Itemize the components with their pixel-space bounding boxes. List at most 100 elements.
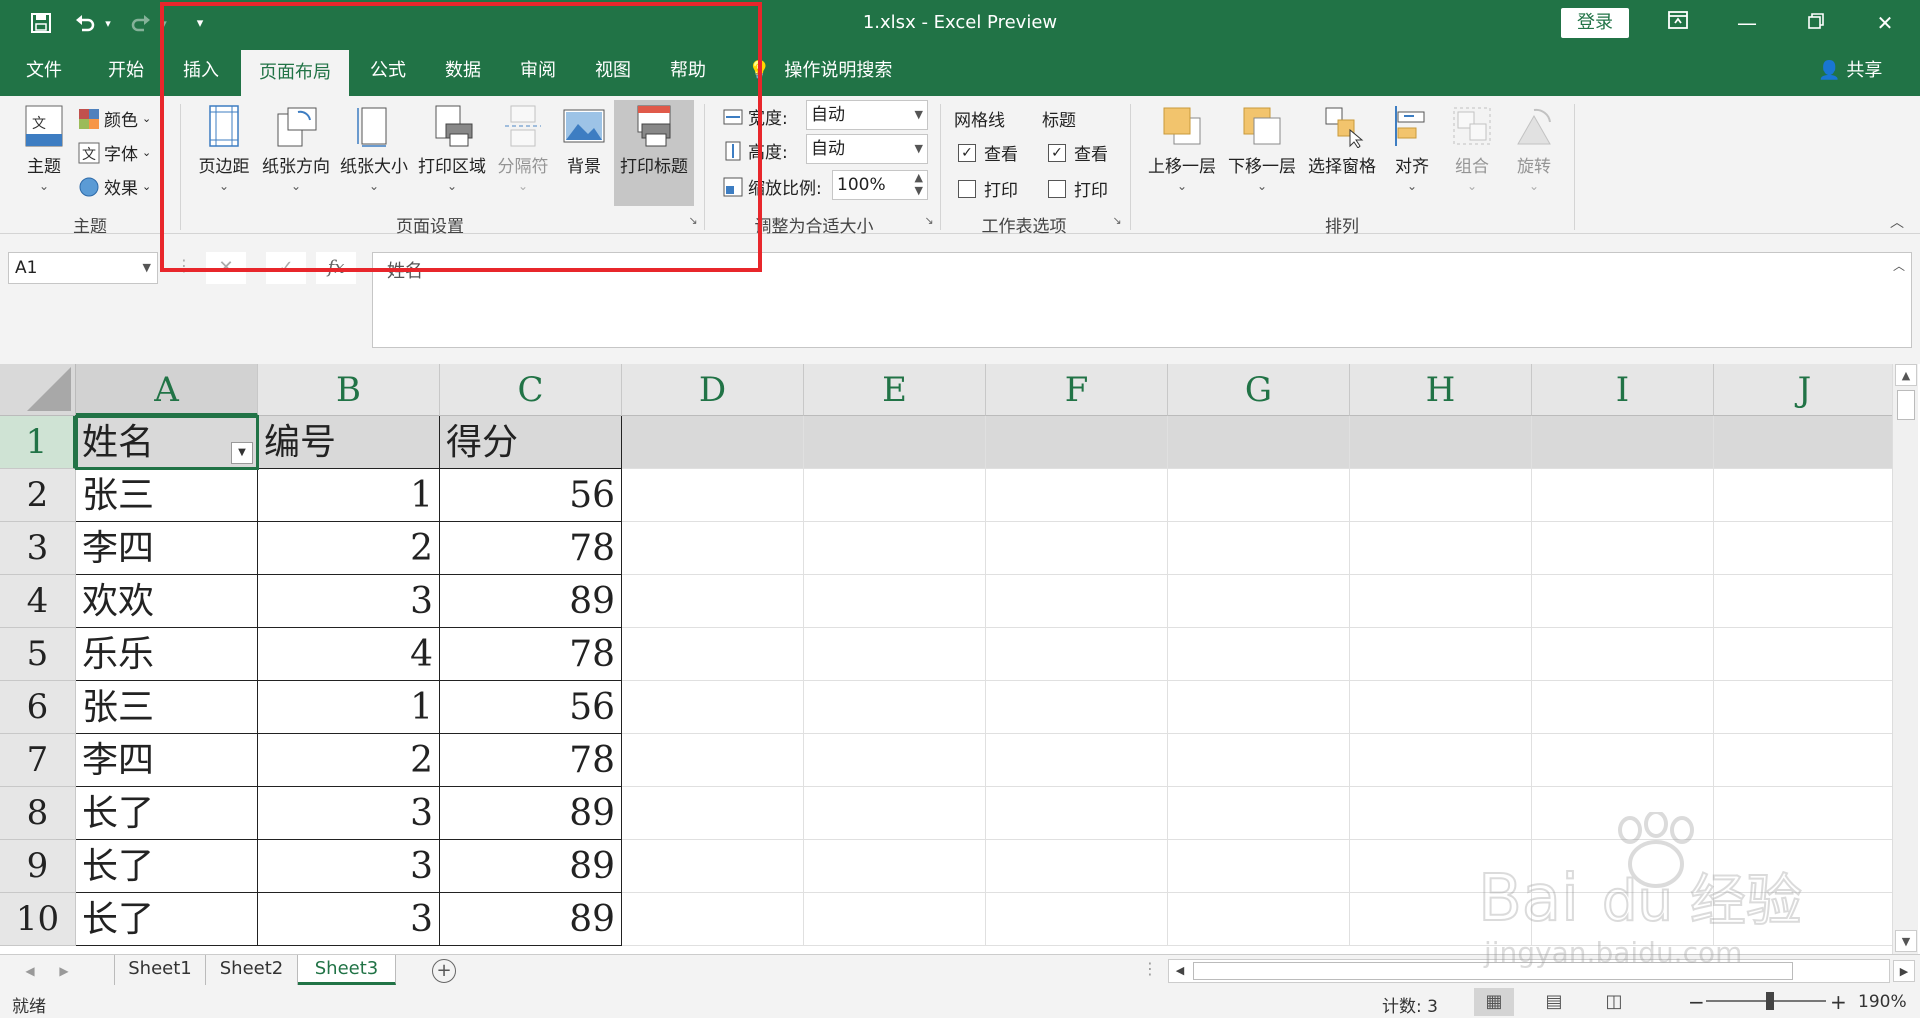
cell-d7[interactable] bbox=[622, 734, 804, 787]
cell-i5[interactable] bbox=[1532, 628, 1714, 681]
cell-j5[interactable] bbox=[1714, 628, 1896, 681]
vertical-scrollbar[interactable]: ▲ ▼ bbox=[1892, 364, 1918, 954]
cell-h1[interactable] bbox=[1350, 416, 1532, 469]
zoom-in-icon[interactable]: + bbox=[1830, 990, 1847, 1014]
cell-g1[interactable] bbox=[1168, 416, 1350, 469]
cell-i8[interactable] bbox=[1532, 787, 1714, 840]
cell-e8[interactable] bbox=[804, 787, 986, 840]
cell-c8[interactable]: 89 bbox=[440, 787, 622, 840]
column-header-f[interactable]: F bbox=[986, 364, 1168, 416]
cell-i3[interactable] bbox=[1532, 522, 1714, 575]
cell-i4[interactable] bbox=[1532, 575, 1714, 628]
cell-i6[interactable] bbox=[1532, 681, 1714, 734]
sheet-tab-2[interactable]: Sheet2 bbox=[206, 955, 298, 985]
cell-d3[interactable] bbox=[622, 522, 804, 575]
cell-b4[interactable]: 3 bbox=[258, 575, 440, 628]
gridlines-view-checkbox[interactable]: ✓ 查看 bbox=[958, 140, 1018, 165]
insert-function-icon[interactable]: fx bbox=[316, 252, 356, 284]
cell-g2[interactable] bbox=[1168, 469, 1350, 522]
rotate-button[interactable]: 旋转 ⌄ bbox=[1508, 104, 1560, 193]
cell-h7[interactable] bbox=[1350, 734, 1532, 787]
cell-e6[interactable] bbox=[804, 681, 986, 734]
cell-e9[interactable] bbox=[804, 840, 986, 893]
horizontal-scroll-thumb[interactable] bbox=[1193, 962, 1793, 980]
cell-a3[interactable]: 李四 bbox=[76, 522, 258, 575]
enter-icon[interactable]: ✓ bbox=[266, 252, 306, 284]
page-layout-view-icon[interactable]: ▤ bbox=[1534, 988, 1574, 1016]
cell-b6[interactable]: 1 bbox=[258, 681, 440, 734]
cell-h2[interactable] bbox=[1350, 469, 1532, 522]
scroll-up-icon[interactable]: ▲ bbox=[1895, 364, 1917, 386]
cell-c7[interactable]: 78 bbox=[440, 734, 622, 787]
tab-split-grip-icon[interactable]: ⋮ bbox=[1142, 959, 1158, 978]
group-objects-button[interactable]: 组合 ⌄ bbox=[1446, 104, 1498, 193]
column-header-e[interactable]: E bbox=[804, 364, 986, 416]
tab-home[interactable]: 开始 bbox=[96, 46, 156, 96]
cell-c4[interactable]: 89 bbox=[440, 575, 622, 628]
cell-d4[interactable] bbox=[622, 575, 804, 628]
column-header-i[interactable]: I bbox=[1532, 364, 1714, 416]
share-button[interactable]: 👤 共享 bbox=[1818, 46, 1882, 96]
cell-g3[interactable] bbox=[1168, 522, 1350, 575]
cell-c1[interactable]: 得分 bbox=[440, 416, 622, 469]
column-header-a[interactable]: A bbox=[76, 364, 258, 416]
cell-g9[interactable] bbox=[1168, 840, 1350, 893]
tab-page-layout[interactable]: 页面布局 bbox=[241, 50, 349, 96]
cell-f2[interactable] bbox=[986, 469, 1168, 522]
row-header-6[interactable]: 6 bbox=[0, 681, 76, 734]
row-header-8[interactable]: 8 bbox=[0, 787, 76, 840]
select-all-button[interactable] bbox=[0, 364, 76, 416]
cell-e4[interactable] bbox=[804, 575, 986, 628]
cell-a7[interactable]: 李四 bbox=[76, 734, 258, 787]
cell-b2[interactable]: 1 bbox=[258, 469, 440, 522]
prev-sheet-icon[interactable]: ◀ bbox=[18, 959, 42, 983]
cell-h3[interactable] bbox=[1350, 522, 1532, 575]
next-sheet-icon[interactable]: ▶ bbox=[52, 959, 76, 983]
zoom-out-icon[interactable]: − bbox=[1688, 990, 1705, 1014]
cell-f5[interactable] bbox=[986, 628, 1168, 681]
cell-j2[interactable] bbox=[1714, 469, 1896, 522]
cell-b8[interactable]: 3 bbox=[258, 787, 440, 840]
selection-pane-button[interactable]: 选择窗格 bbox=[1302, 104, 1382, 177]
background-button[interactable]: 背景 bbox=[556, 104, 612, 177]
cell-j8[interactable] bbox=[1714, 787, 1896, 840]
bring-forward-button[interactable]: 上移一层 ⌄ bbox=[1142, 104, 1222, 193]
tab-insert[interactable]: 插入 bbox=[171, 46, 231, 96]
close-icon[interactable]: ✕ bbox=[1857, 6, 1913, 40]
breaks-button[interactable]: 分隔符 ⌄ bbox=[492, 104, 554, 193]
width-select[interactable]: 自动 ▼ bbox=[806, 100, 928, 130]
cell-e7[interactable] bbox=[804, 734, 986, 787]
cell-c10[interactable]: 89 bbox=[440, 893, 622, 946]
cell-j3[interactable] bbox=[1714, 522, 1896, 575]
normal-view-icon[interactable]: ▦ bbox=[1474, 988, 1514, 1016]
sheet-tab-1[interactable]: Sheet1 bbox=[114, 955, 206, 985]
cell-i7[interactable] bbox=[1532, 734, 1714, 787]
cell-c5[interactable]: 78 bbox=[440, 628, 622, 681]
cell-b10[interactable]: 3 bbox=[258, 893, 440, 946]
formula-input[interactable]: 姓名 ︿ bbox=[372, 252, 1912, 348]
cell-b7[interactable]: 2 bbox=[258, 734, 440, 787]
cell-b5[interactable]: 4 bbox=[258, 628, 440, 681]
theme-effects-button[interactable]: 效果 ⌄ bbox=[78, 174, 151, 199]
cell-g5[interactable] bbox=[1168, 628, 1350, 681]
themes-button[interactable]: 文 主题 ⌄ bbox=[14, 104, 74, 193]
cell-g10[interactable] bbox=[1168, 893, 1350, 946]
cell-f9[interactable] bbox=[986, 840, 1168, 893]
cell-j1[interactable] bbox=[1714, 416, 1896, 469]
cancel-icon[interactable]: ✕ bbox=[206, 252, 246, 284]
cell-g6[interactable] bbox=[1168, 681, 1350, 734]
row-header-7[interactable]: 7 bbox=[0, 734, 76, 787]
cell-e10[interactable] bbox=[804, 893, 986, 946]
cell-f8[interactable] bbox=[986, 787, 1168, 840]
scale-launcher-icon[interactable]: ↘ bbox=[922, 214, 936, 228]
cell-j10[interactable] bbox=[1714, 893, 1896, 946]
tab-file[interactable]: 文件 bbox=[14, 46, 74, 96]
send-backward-button[interactable]: 下移一层 ⌄ bbox=[1222, 104, 1302, 193]
vertical-scroll-thumb[interactable] bbox=[1897, 390, 1915, 420]
page-break-preview-icon[interactable]: ◫ bbox=[1594, 988, 1634, 1016]
cell-f6[interactable] bbox=[986, 681, 1168, 734]
cell-c2[interactable]: 56 bbox=[440, 469, 622, 522]
cell-a2[interactable]: 张三 bbox=[76, 469, 258, 522]
cell-e3[interactable] bbox=[804, 522, 986, 575]
orientation-button[interactable]: 纸张方向 ⌄ bbox=[256, 104, 336, 193]
